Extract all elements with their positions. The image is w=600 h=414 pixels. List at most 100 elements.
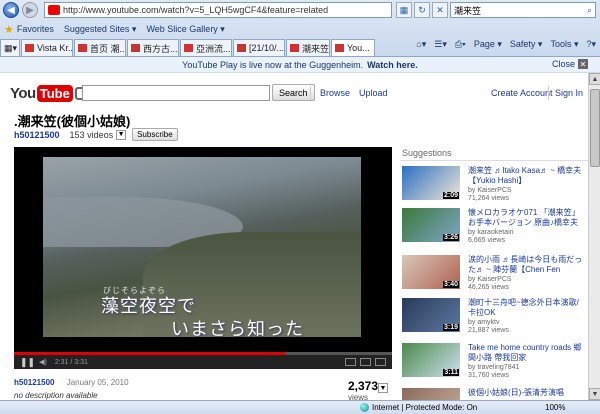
web-slice-gallery-link[interactable]: Web Slice Gallery ▾ — [146, 24, 224, 35]
suggestion-title[interactable]: 彼個小姑娘(日)-張清芳演唱 — [468, 388, 586, 398]
suggestion-duration: 2:09 — [442, 192, 459, 199]
home-icon[interactable]: ⌂▾ — [416, 39, 426, 50]
suggestion-duration: 3:40 — [442, 281, 459, 288]
tools-menu[interactable]: Tools ▾ — [550, 39, 578, 50]
suggestion-thumbnail[interactable]: 3:11 — [402, 343, 460, 377]
divider — [548, 86, 549, 100]
tab-favicon-icon — [184, 44, 193, 52]
suggestion-item[interactable]: 2:09 潮来笠 ♬Itako Kasa♬ ~ 橋幸夫【Yukio Hashi】 b… — [402, 166, 590, 210]
divider — [400, 160, 588, 161]
search-icon[interactable]: ⌕ — [587, 5, 592, 16]
suggestion-views: 21,887 views — [468, 327, 509, 334]
favorites-button[interactable]: Favorites — [17, 24, 54, 34]
banner-close-label[interactable]: Close — [552, 59, 575, 69]
suggestion-channel: by KaiserPCS — [468, 187, 512, 194]
tab-favicon-icon — [131, 44, 140, 52]
volume-icon[interactable]: ◀) — [39, 358, 47, 366]
suggestion-title[interactable]: Take me home country roads 鄉間小路 帶我回家 — [468, 343, 586, 363]
announcement-banner: YouTube Play is live now at the Guggenhe… — [0, 57, 600, 73]
tab-favicon-icon — [78, 44, 87, 52]
youtube-header: You Tube Search Browse Upload Create Acc… — [0, 75, 588, 109]
compatibility-icon[interactable]: ▦ — [396, 2, 412, 18]
quick-tabs-icon[interactable]: ▦▾ — [0, 39, 20, 56]
tab-6[interactable]: 潮来笠... — [286, 39, 330, 56]
scrollbar[interactable]: ▲ ▼ — [588, 73, 600, 400]
tab-4[interactable]: 亞洲流... — [180, 39, 232, 56]
suggestion-title[interactable]: 潮来笠 ♬Itako Kasa♬ ~ 橋幸夫【Yukio Hashi】 — [468, 166, 586, 186]
suggestion-channel: by amyktv — [468, 319, 500, 326]
suggestion-thumbnail[interactable]: 3:40 — [402, 255, 460, 289]
suggestion-title[interactable]: 潮町十三舟吧~德念外日本演歌/卡拉OK — [468, 298, 586, 318]
favorites-star-icon[interactable]: ★ — [4, 23, 14, 36]
address-bar[interactable]: http://www.youtube.com/watch?v=5_LQH5wgC… — [44, 2, 392, 18]
subtitle-line-2: いまさら知った — [171, 319, 304, 337]
close-icon[interactable]: ✕ — [578, 59, 588, 69]
suggestion-thumbnail[interactable]: 3:26 — [402, 208, 460, 242]
subscribe-button[interactable]: Subscribe — [132, 128, 178, 141]
video-count: 153 videos — [69, 129, 114, 140]
youtube-search-button[interactable]: Search — [272, 84, 315, 101]
upload-link[interactable]: Upload — [359, 88, 388, 98]
suggestion-item[interactable]: 3:11 Take me home country roads 鄉間小路 帶我回家… — [402, 343, 590, 387]
fullscreen-icon[interactable] — [375, 358, 386, 366]
info-uploader[interactable]: h50121500 — [14, 378, 54, 387]
tab-favicon-icon — [290, 44, 299, 52]
player-controls: ❚❚ ◀) 2:31 / 3:31 — [14, 355, 392, 369]
command-bar: ⌂▾ ☰▾ ⎙▾ Page ▾ Safety ▾ Tools ▾ ?▾ — [416, 39, 596, 50]
tab-2[interactable]: 首页 潮... — [74, 39, 126, 56]
youtube-logo[interactable]: You Tube — [10, 85, 87, 102]
security-zone[interactable]: Internet | Protected Mode: On — [360, 403, 477, 412]
youtube-search-input[interactable] — [82, 85, 270, 101]
tab-3[interactable]: 西方古... — [127, 39, 179, 56]
suggestion-item[interactable]: 3:19 潮町十三舟吧~德念外日本演歌/卡拉OK by amyktv 21,887 v… — [402, 298, 590, 342]
chevron-down-icon[interactable]: ▼ — [116, 129, 127, 140]
refresh-icon[interactable]: ↻ — [414, 2, 430, 18]
video-player[interactable]: びじそらよぞら 藻空夜空で いまさら知った ❚❚ ◀) 2:31 / 3:31 — [14, 147, 392, 369]
popout-icon[interactable] — [345, 358, 356, 366]
help-icon[interactable]: ?▾ — [586, 39, 596, 50]
suggestion-thumbnail[interactable]: 3:19 — [402, 298, 460, 332]
safety-menu[interactable]: Safety ▾ — [510, 39, 543, 50]
suggestion-item[interactable]: 3:40 涙的小雨 ♬長崎は今日も雨だった♬ ~ 陣芬蘭【Chen Fen by K… — [402, 255, 590, 299]
video-frame[interactable]: びじそらよぞら 藻空夜空で いまさら知った — [43, 157, 361, 337]
stop-icon[interactable]: ✕ — [432, 2, 448, 18]
scroll-down-icon[interactable]: ▼ — [589, 388, 600, 400]
sign-in-link[interactable]: Sign In — [555, 88, 583, 98]
banner-close[interactable]: Close ✕ — [552, 59, 588, 69]
tab-favicon-icon — [237, 44, 246, 52]
logo-tube: Tube — [36, 85, 73, 102]
browser-search-box[interactable]: 潮来笠 ⌕ — [450, 2, 596, 18]
address-url: http://www.youtube.com/watch?v=5_LQH5wgC… — [63, 5, 329, 15]
scroll-thumb[interactable] — [590, 89, 600, 167]
banner-link[interactable]: Watch here. — [367, 60, 418, 70]
chevron-down-icon[interactable]: ▼ — [378, 383, 388, 393]
print-icon[interactable]: ⎙▾ — [455, 39, 466, 50]
zoom-level[interactable]: 100% — [545, 403, 565, 412]
suggestion-duration: 3:11 — [443, 369, 459, 376]
suggestion-views: 71,264 views — [468, 195, 509, 202]
scroll-up-icon[interactable]: ▲ — [589, 73, 600, 85]
forward-button-icon[interactable]: ▶ — [22, 2, 38, 18]
browse-link[interactable]: Browse — [320, 88, 350, 98]
page-menu[interactable]: Page ▾ — [474, 39, 502, 50]
suggestion-item[interactable]: 3:26 懐メロカラオケ071 「潮来笠」お手本バージョン 原曲♪橋幸夫 by ka… — [402, 208, 590, 252]
address-row: ◀ ▶ http://www.youtube.com/watch?v=5_LQH… — [0, 0, 600, 20]
suggested-sites-link[interactable]: Suggested Sites ▾ — [64, 24, 137, 35]
suggestion-title[interactable]: 懐メロカラオケ071 「潮来笠」お手本バージョン 原曲♪橋幸夫 — [468, 208, 586, 228]
feeds-icon[interactable]: ☰▾ — [434, 39, 447, 50]
suggestion-thumbnail[interactable]: 2:09 — [402, 166, 460, 200]
suggestion-title[interactable]: 涙的小雨 ♬長崎は今日も雨だった♬ ~ 陣芬蘭【Chen Fen — [468, 255, 586, 275]
pause-icon[interactable]: ❚❚ — [20, 357, 35, 368]
suggestion-views: 6,665 views — [468, 237, 505, 244]
tab-active[interactable]: You... — [331, 39, 375, 56]
create-account-link[interactable]: Create Account — [491, 88, 553, 98]
description: no description available — [14, 391, 98, 400]
tab-5[interactable]: [21/10/... — [233, 39, 285, 56]
channel-name[interactable]: h50121500 — [14, 130, 60, 140]
back-button-icon[interactable]: ◀ — [3, 2, 19, 18]
size-icon[interactable] — [360, 358, 371, 366]
tab-1[interactable]: Vista Kr... — [21, 39, 73, 56]
upload-date: January 05, 2010 — [66, 378, 129, 387]
player-right-controls — [345, 358, 386, 366]
zone-text: Internet | Protected Mode: On — [372, 403, 478, 412]
